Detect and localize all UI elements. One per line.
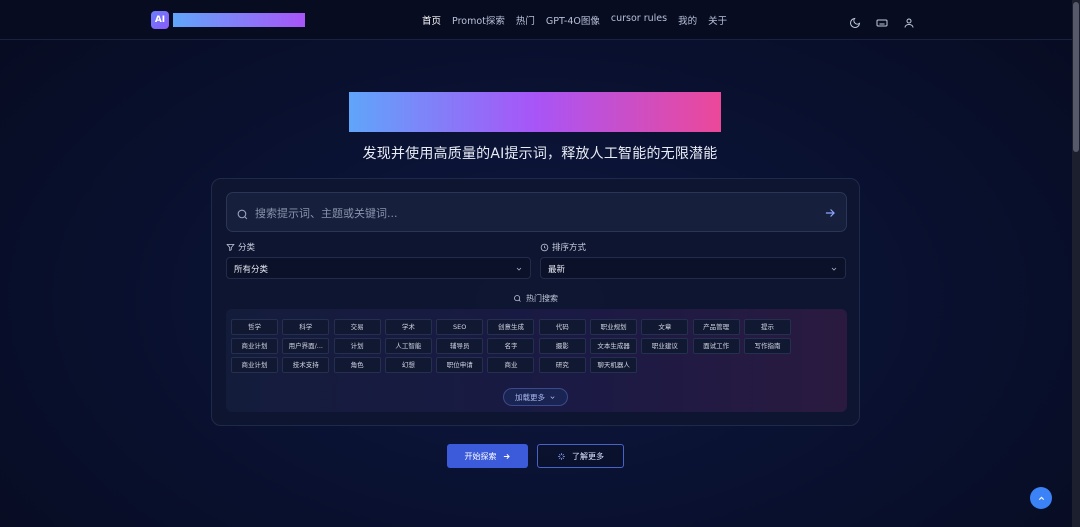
search-panel: 分类 所有分类 排序方式 最新 热门搜索 哲学科学交易学术SEO创意生成代码职业…	[211, 178, 860, 426]
hot-tags-list: 哲学 科学 交易 学术 SEO 创意生成 代码 职业规划 文章 产品管理 提示 商业计划 用户界面/..…	[231, 319, 843, 376]
chevron-down-icon	[516, 267, 522, 271]
hot-tag[interactable]: 幻想	[384, 357, 432, 373]
hot-tag[interactable]: 学术	[384, 319, 432, 335]
hot-tag[interactable]: 研究	[538, 357, 586, 373]
category-select[interactable]: 所有分类	[226, 257, 531, 279]
back-to-top-button[interactable]	[1030, 487, 1052, 509]
hot-tag[interactable]: 人工智能	[384, 338, 432, 354]
search-box	[226, 192, 847, 232]
hot-tag[interactable]: 文章	[641, 319, 689, 335]
hot-tag[interactable]: 写作指南	[743, 338, 791, 354]
logo-wordmark[interactable]	[173, 13, 305, 27]
nav-item-home[interactable]: 首页	[422, 13, 441, 27]
hot-tag[interactable]: 摄影	[538, 338, 586, 354]
hot-tag[interactable]: 聊天机器人	[590, 357, 638, 373]
sort-select-value: 最新	[548, 265, 566, 275]
filter-icon	[226, 243, 235, 251]
nav-item-about[interactable]: 关于	[708, 13, 727, 27]
hot-search-heading: 热门搜索	[212, 293, 859, 304]
logo-badge[interactable]: AI	[151, 11, 169, 29]
category-select-value: 所有分类	[234, 265, 269, 275]
learn-more-label: 了解更多	[572, 451, 604, 461]
moon-icon[interactable]	[849, 14, 861, 28]
scrollbar[interactable]	[1072, 0, 1080, 527]
nav-item-hot[interactable]: 热门	[516, 13, 535, 27]
nav-item-gpt4o-images[interactable]: GPT-4O图像	[546, 13, 600, 27]
hot-tag[interactable]: 职业建议	[641, 338, 689, 354]
hot-tag[interactable]: 科学	[282, 319, 330, 335]
hot-tag[interactable]: 用户界面/...	[282, 338, 330, 354]
nav-item-mine[interactable]: 我的	[678, 13, 697, 27]
arrow-right-icon[interactable]	[823, 205, 837, 219]
arrow-right-icon	[503, 453, 510, 459]
chevron-down-icon	[550, 395, 555, 399]
hot-tag[interactable]: 代码	[538, 319, 586, 335]
hot-tags-area: 哲学 科学 交易 学术 SEO 创意生成 代码 职业规划 文章 产品管理 提示 商业计划 用户界面/..…	[226, 309, 847, 412]
sparkle-icon	[558, 452, 565, 460]
nav-item-prompt-explore[interactable]: Promot探索	[452, 13, 505, 27]
hero-subtitle: 发现并使用高质量的AI提示词，释放人工智能的无限潜能	[362, 146, 718, 162]
search-icon	[236, 206, 249, 220]
hot-tag[interactable]: 提示	[743, 319, 791, 335]
hot-tag[interactable]: 面试工作	[692, 338, 740, 354]
hot-tag[interactable]: 商业计划	[231, 338, 278, 354]
nav-item-cursor-rules[interactable]: cursor rules	[611, 13, 667, 27]
hot-tag[interactable]: 产品管理	[692, 319, 740, 335]
hot-tag[interactable]: 商业计划	[231, 357, 278, 373]
hot-tag[interactable]: 辅导员	[436, 338, 484, 354]
hot-tag[interactable]: 计划	[333, 338, 381, 354]
top-navbar: AI 首页 Promot探索 热门 GPT-4O图像 cursor rules …	[0, 0, 1072, 40]
scrollbar-thumb[interactable]	[1073, 2, 1079, 152]
hot-tag[interactable]: 技术支持	[282, 357, 330, 373]
user-icon[interactable]	[903, 14, 915, 28]
hot-tag[interactable]: 交易	[333, 319, 381, 335]
hero-title-banner	[349, 92, 721, 132]
load-more-button[interactable]: 加载更多	[503, 388, 568, 406]
sort-label: 排序方式	[552, 243, 587, 253]
hot-tag[interactable]: SEO	[436, 319, 484, 335]
chevron-down-icon	[831, 267, 837, 271]
hot-tag[interactable]: 名字	[487, 338, 535, 354]
search-icon	[514, 295, 521, 302]
hot-tag[interactable]: 角色	[333, 357, 381, 373]
start-explore-label: 开始探索	[464, 451, 497, 461]
main-nav: 首页 Promot探索 热门 GPT-4O图像 cursor rules 我的 …	[422, 13, 738, 27]
load-more-label: 加载更多	[515, 392, 545, 402]
hot-tag[interactable]: 文本生成器	[590, 338, 638, 354]
hot-tag[interactable]: 哲学	[231, 319, 278, 335]
hot-tag[interactable]: 商业	[487, 357, 535, 373]
hot-search-title: 热门搜索	[526, 294, 558, 303]
hot-tag[interactable]: 职业规划	[590, 319, 638, 335]
sort-select[interactable]: 最新	[540, 257, 846, 279]
clock-icon	[540, 243, 549, 251]
sort-label-row: 排序方式	[540, 241, 586, 253]
keyboard-icon[interactable]	[876, 14, 888, 27]
learn-more-button[interactable]: 了解更多	[537, 444, 624, 468]
search-input[interactable]	[255, 203, 815, 223]
hot-tag[interactable]: 创意生成	[487, 319, 535, 335]
category-label-row: 分类	[226, 241, 255, 253]
start-explore-button[interactable]: 开始探索	[447, 444, 528, 468]
hot-tag[interactable]: 职位申请	[436, 357, 484, 373]
arrow-up-icon	[1038, 496, 1044, 500]
category-label: 分类	[238, 243, 256, 253]
